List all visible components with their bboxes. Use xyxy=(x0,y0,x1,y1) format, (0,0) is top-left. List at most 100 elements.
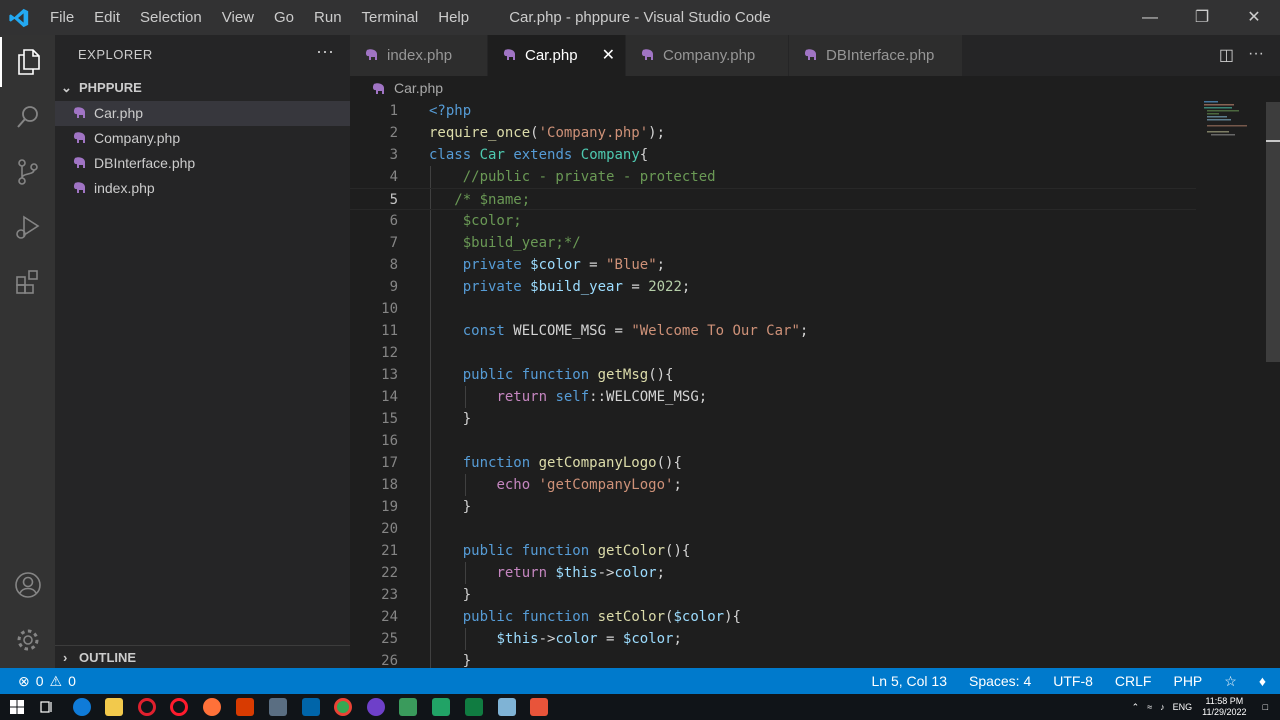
wifi-icon[interactable]: ≈ xyxy=(1147,702,1152,712)
code-line[interactable]: 18 echo 'getCompanyLogo'; xyxy=(350,474,1196,496)
indentation[interactable]: Spaces: 4 xyxy=(969,668,1031,694)
menu-go[interactable]: Go xyxy=(264,0,304,35)
chevron-down-icon: ⌄ xyxy=(61,80,72,95)
code-line[interactable]: 23 } xyxy=(350,584,1196,606)
code-line[interactable]: 26 } xyxy=(350,650,1196,668)
code-line[interactable]: 14 return self::WELCOME_MSG; xyxy=(350,386,1196,408)
vscode-icon[interactable] xyxy=(302,698,320,716)
opera-gx-icon[interactable] xyxy=(170,698,188,716)
tab-company[interactable]: Company.php xyxy=(626,35,789,76)
spreadsheet-icon[interactable] xyxy=(432,698,450,716)
more-actions-icon[interactable]: ··· xyxy=(1248,45,1264,65)
restore-icon[interactable]: ❐ xyxy=(1176,0,1228,35)
opera-icon[interactable] xyxy=(138,698,156,716)
source-control-icon[interactable] xyxy=(0,147,55,197)
code-line[interactable]: 6 $color; xyxy=(350,210,1196,232)
problems-indicator[interactable]: ⊗ 0 ⚠ 0 xyxy=(18,668,76,694)
minimize-icon[interactable]: — xyxy=(1124,0,1176,35)
code-line[interactable]: 17 function getCompanyLogo(){ xyxy=(350,452,1196,474)
firefox-icon[interactable] xyxy=(203,698,221,716)
file-item-index[interactable]: index.php xyxy=(55,176,350,201)
cursor-position[interactable]: Ln 5, Col 13 xyxy=(871,668,947,694)
code-line[interactable]: 20 xyxy=(350,518,1196,540)
code-line[interactable]: 8 private $color = "Blue"; xyxy=(350,254,1196,276)
account-icon[interactable] xyxy=(0,560,55,610)
menu-run[interactable]: Run xyxy=(304,0,352,35)
code-text: } xyxy=(429,411,472,427)
menu-selection[interactable]: Selection xyxy=(130,0,212,35)
code-line[interactable]: 25 $this->color = $color; xyxy=(350,628,1196,650)
chrome-icon[interactable] xyxy=(334,698,352,716)
start-icon[interactable] xyxy=(8,698,26,716)
notepad-icon[interactable] xyxy=(498,698,516,716)
menu-file[interactable]: File xyxy=(40,0,84,35)
tab-label: Car.php xyxy=(525,47,578,64)
code-line[interactable]: 21 public function getColor(){ xyxy=(350,540,1196,562)
file-item-car[interactable]: Car.php xyxy=(55,101,350,126)
code-line[interactable]: 13 public function getMsg(){ xyxy=(350,364,1196,386)
code-line[interactable]: 19 } xyxy=(350,496,1196,518)
code-text: /* $name; xyxy=(454,192,531,208)
notification-center-icon[interactable]: □ xyxy=(1263,702,1268,712)
excel-icon[interactable] xyxy=(465,698,483,716)
app-icon[interactable] xyxy=(530,698,548,716)
vertical-scrollbar[interactable] xyxy=(1266,100,1280,668)
code-line[interactable]: 12 xyxy=(350,342,1196,364)
code-line[interactable]: 15 } xyxy=(350,408,1196,430)
folder-phppure[interactable]: ⌄ PHPPURE xyxy=(55,77,350,99)
breadcrumb[interactable]: Car.php xyxy=(350,76,1280,100)
run-debug-icon[interactable] xyxy=(0,202,55,252)
status-right: Ln 5, Col 13 Spaces: 4 UTF-8 CRLF PHP ☆ … xyxy=(849,668,1266,694)
calculator-icon[interactable] xyxy=(269,698,287,716)
tab-car[interactable]: Car.php ✕ xyxy=(488,35,626,76)
code-line[interactable]: 22 return $this->color; xyxy=(350,562,1196,584)
menu-help[interactable]: Help xyxy=(428,0,479,35)
language-mode[interactable]: PHP xyxy=(1173,668,1202,694)
split-editor-icon[interactable]: ◫ xyxy=(1219,45,1234,65)
menu-view[interactable]: View xyxy=(212,0,264,35)
code-line[interactable]: 3 class Car extends Company{ xyxy=(350,144,1196,166)
code-line[interactable]: 11 const WELCOME_MSG = "Welcome To Our C… xyxy=(350,320,1196,342)
code-line[interactable]: 4 //public - private - protected xyxy=(350,166,1196,188)
volume-icon[interactable]: ♪ xyxy=(1160,702,1165,712)
file-item-company[interactable]: Company.php xyxy=(55,126,350,151)
tab-index[interactable]: index.php xyxy=(350,35,488,76)
warning-count: 0 xyxy=(68,673,76,689)
close-tab-icon[interactable]: ✕ xyxy=(602,35,615,76)
minimap[interactable] xyxy=(1202,100,1266,140)
edge-icon[interactable] xyxy=(73,698,91,716)
code-line[interactable]: 16 xyxy=(350,430,1196,452)
close-window-icon[interactable]: ✕ xyxy=(1228,0,1280,35)
chevron-up-icon[interactable]: ⌃ xyxy=(1132,702,1140,713)
input-language[interactable]: ENG xyxy=(1173,702,1193,712)
code-line[interactable]: 7 $build_year;*/ xyxy=(350,232,1196,254)
task-view-icon[interactable] xyxy=(38,698,56,716)
notifications-icon[interactable]: ♦ xyxy=(1259,668,1266,694)
code-line[interactable]: 1 <?php xyxy=(350,100,1196,122)
clock[interactable]: 11:58 PM 11/29/2022 xyxy=(1202,696,1246,718)
explorer-icon[interactable] xyxy=(0,37,55,87)
manage-gear-icon[interactable] xyxy=(0,615,55,665)
tab-dbinterface[interactable]: DBInterface.php xyxy=(789,35,963,76)
github-icon[interactable] xyxy=(367,698,385,716)
code-editor[interactable]: 1 <?php 2 require_once('Company.php'); 3 clas… xyxy=(350,100,1280,668)
line-ending[interactable]: CRLF xyxy=(1115,668,1152,694)
menu-edit[interactable]: Edit xyxy=(84,0,130,35)
code-line[interactable]: 10 xyxy=(350,298,1196,320)
file-item-dbinterface[interactable]: DBInterface.php xyxy=(55,151,350,176)
more-actions-icon[interactable]: ··· xyxy=(316,41,334,62)
search-icon[interactable] xyxy=(0,92,55,142)
extensions-icon[interactable] xyxy=(0,257,55,307)
encoding[interactable]: UTF-8 xyxy=(1053,668,1093,694)
app-icon[interactable] xyxy=(399,698,417,716)
code-line[interactable]: 5 /* $name; xyxy=(350,188,1196,210)
code-text: public function setColor($color){ xyxy=(462,609,741,625)
menu-terminal[interactable]: Terminal xyxy=(352,0,429,35)
app-icon[interactable] xyxy=(236,698,254,716)
code-line[interactable]: 2 require_once('Company.php'); xyxy=(350,122,1196,144)
feedback-icon[interactable]: ☆ xyxy=(1224,668,1237,694)
code-line[interactable]: 24 public function setColor($color){ xyxy=(350,606,1196,628)
code-line[interactable]: 9 private $build_year = 2022; xyxy=(350,276,1196,298)
file-explorer-icon[interactable] xyxy=(105,698,123,716)
outline-section[interactable]: › OUTLINE xyxy=(55,645,350,668)
